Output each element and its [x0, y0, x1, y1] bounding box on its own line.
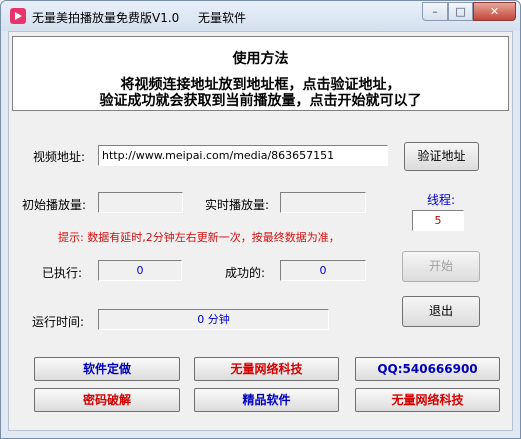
threads-input[interactable]: 5	[412, 210, 464, 231]
initial-plays-field	[98, 192, 183, 213]
qq-contact-button[interactable]: QQ:540666900	[355, 357, 500, 381]
video-url-input[interactable]: http://www.meipai.com/media/863657151	[98, 145, 388, 166]
start-button[interactable]: 开始	[402, 251, 480, 282]
realtime-plays-label: 实时播放量:	[205, 198, 270, 212]
instructions-banner: 使用方法 将视频连接地址放到地址框，点击验证地址， 验证成功就会获取到当前播放量…	[12, 36, 509, 111]
minimize-button[interactable]: –	[422, 2, 448, 21]
executed-label: 已执行:	[42, 266, 83, 280]
title-bar[interactable]: 无量美拍播放量免费版V1.0 无量软件 – □ ✕	[1, 1, 520, 31]
runtime-value: 0 分钟	[98, 309, 329, 330]
window-subtitle: 无量软件	[198, 11, 247, 25]
wuliang-tech-button-1[interactable]: 无量网络科技	[194, 357, 339, 381]
premium-software-button[interactable]: 精品软件	[194, 388, 339, 412]
success-count: 0	[280, 260, 366, 281]
threads-label: 线程:	[427, 193, 456, 207]
data-delay-tip: 提示: 数据有延时,2分钟左右更新一次，按最终数据为准，	[58, 231, 340, 244]
video-url-label: 视频地址:	[33, 150, 86, 164]
runtime-label: 运行时间:	[32, 315, 85, 329]
verify-address-button[interactable]: 验证地址	[404, 142, 479, 171]
password-crack-button[interactable]: 密码破解	[34, 388, 180, 412]
window-title: 无量美拍播放量免费版V1.0	[32, 11, 180, 25]
wuliang-tech-button-2[interactable]: 无量网络科技	[355, 388, 500, 412]
instructions-line-2: 验证成功就会获取到当前播放量，点击开始就可以了	[99, 93, 422, 109]
close-button[interactable]: ✕	[473, 2, 516, 21]
realtime-plays-field	[280, 192, 366, 213]
app-logo-icon	[10, 8, 26, 24]
exit-button[interactable]: 退出	[402, 296, 480, 327]
instructions-heading: 使用方法	[232, 51, 289, 67]
success-label: 成功的:	[225, 266, 266, 280]
executed-count: 0	[98, 260, 182, 281]
maximize-button[interactable]: □	[448, 2, 473, 21]
app-window: 无量美拍播放量免费版V1.0 无量软件 – □ ✕ 使用方法 将视频连接地址放到…	[0, 0, 521, 439]
custom-software-button[interactable]: 软件定做	[34, 357, 180, 381]
initial-plays-label: 初始播放量:	[22, 198, 87, 212]
main-panel: 使用方法 将视频连接地址放到地址框，点击验证地址， 验证成功就会获取到当前播放量…	[8, 31, 513, 431]
